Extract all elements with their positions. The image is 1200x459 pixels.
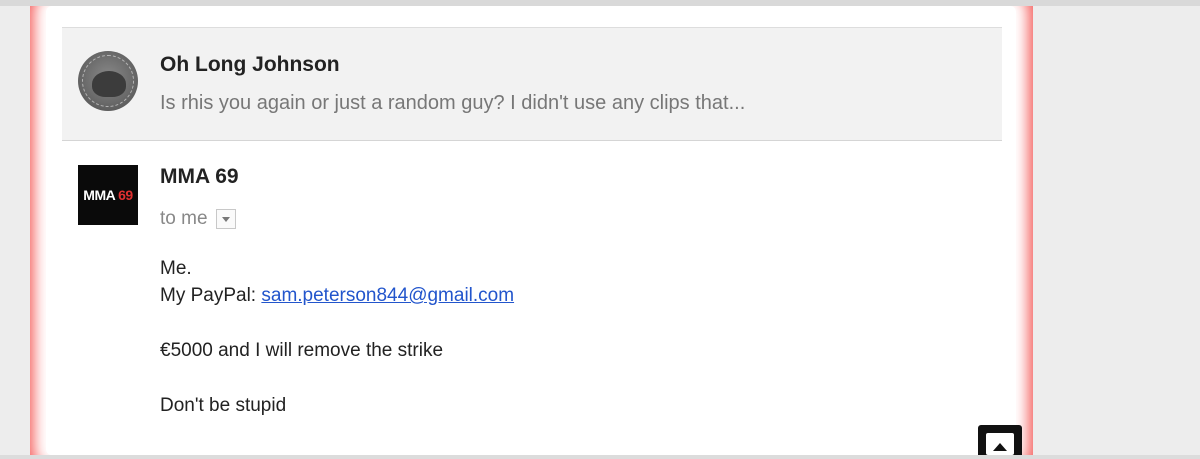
email-link[interactable]: sam.peterson844@gmail.com xyxy=(261,285,514,306)
sender-name[interactable]: Oh Long Johnson xyxy=(160,53,340,77)
body-line: Me. xyxy=(160,258,192,279)
body-spacer xyxy=(160,309,514,337)
image-icon[interactable] xyxy=(978,425,1022,459)
sender-name[interactable]: MMA 69 xyxy=(160,165,239,189)
avatar[interactable] xyxy=(78,51,138,111)
body-line: Don't be stupid xyxy=(160,395,287,416)
avatar-text-red: 69 xyxy=(118,187,133,203)
body-spacer xyxy=(160,364,514,392)
email-thread: Oh Long Johnson Is rhis you again or jus… xyxy=(62,27,1002,449)
body-line: My PayPal: sam.peterson844@gmail.com xyxy=(160,282,514,309)
avatar-text: MMA xyxy=(83,187,119,203)
bottom-divider xyxy=(0,455,1200,459)
recipient-line: to me xyxy=(160,208,236,230)
avatar[interactable]: MMA 69 xyxy=(78,165,138,225)
avatar-cat-image xyxy=(92,71,126,97)
collapsed-message[interactable]: Oh Long Johnson Is rhis you again or jus… xyxy=(62,27,1002,141)
chevron-down-icon[interactable] xyxy=(215,209,236,229)
recipient-label: to me xyxy=(160,208,208,229)
paypal-label: My PayPal: xyxy=(160,285,262,306)
message-snippet: Is rhis you again or just a random guy? … xyxy=(160,92,746,114)
message-body: Me. My PayPal: sam.peterson844@gmail.com… xyxy=(160,255,514,419)
body-line: €5000 and I will remove the strike xyxy=(160,340,444,361)
image-icon-glyph xyxy=(986,433,1014,455)
